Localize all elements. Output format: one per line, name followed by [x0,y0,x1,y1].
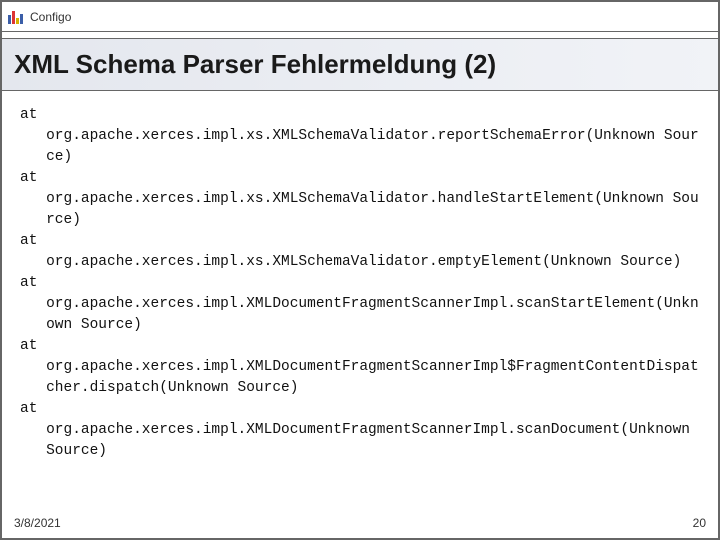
title-band: XML Schema Parser Fehlermeldung (2) [2,38,718,91]
stack-entry: org.apache.xerces.impl.xs.XMLSchemaValid… [20,189,700,231]
content-area: at org.apache.xerces.impl.xs.XMLSchemaVa… [2,91,718,509]
footer-page: 20 [693,516,706,530]
at-label: at [20,399,700,420]
stack-entry: org.apache.xerces.impl.xs.XMLSchemaValid… [20,252,700,273]
header-bar: Configo [2,2,718,32]
stack-entry: org.apache.xerces.impl.XMLDocumentFragme… [20,294,700,336]
stack-entry: org.apache.xerces.impl.xs.XMLSchemaValid… [20,126,700,168]
stack-entry: org.apache.xerces.impl.XMLDocumentFragme… [20,420,700,462]
footer-bar: 3/8/2021 20 [2,509,718,538]
stack-trace: at org.apache.xerces.impl.xs.XMLSchemaVa… [20,105,700,462]
at-label: at [20,273,700,294]
at-label: at [20,336,700,357]
brand-label: Configo [30,10,71,24]
stack-entry: org.apache.xerces.impl.XMLDocumentFragme… [20,357,700,399]
at-label: at [20,105,700,126]
footer-date: 3/8/2021 [14,516,61,530]
slide-frame: Configo XML Schema Parser Fehlermeldung … [2,2,718,538]
at-label: at [20,168,700,189]
page-title: XML Schema Parser Fehlermeldung (2) [14,49,706,80]
logo-icon [8,10,22,24]
at-label: at [20,231,700,252]
